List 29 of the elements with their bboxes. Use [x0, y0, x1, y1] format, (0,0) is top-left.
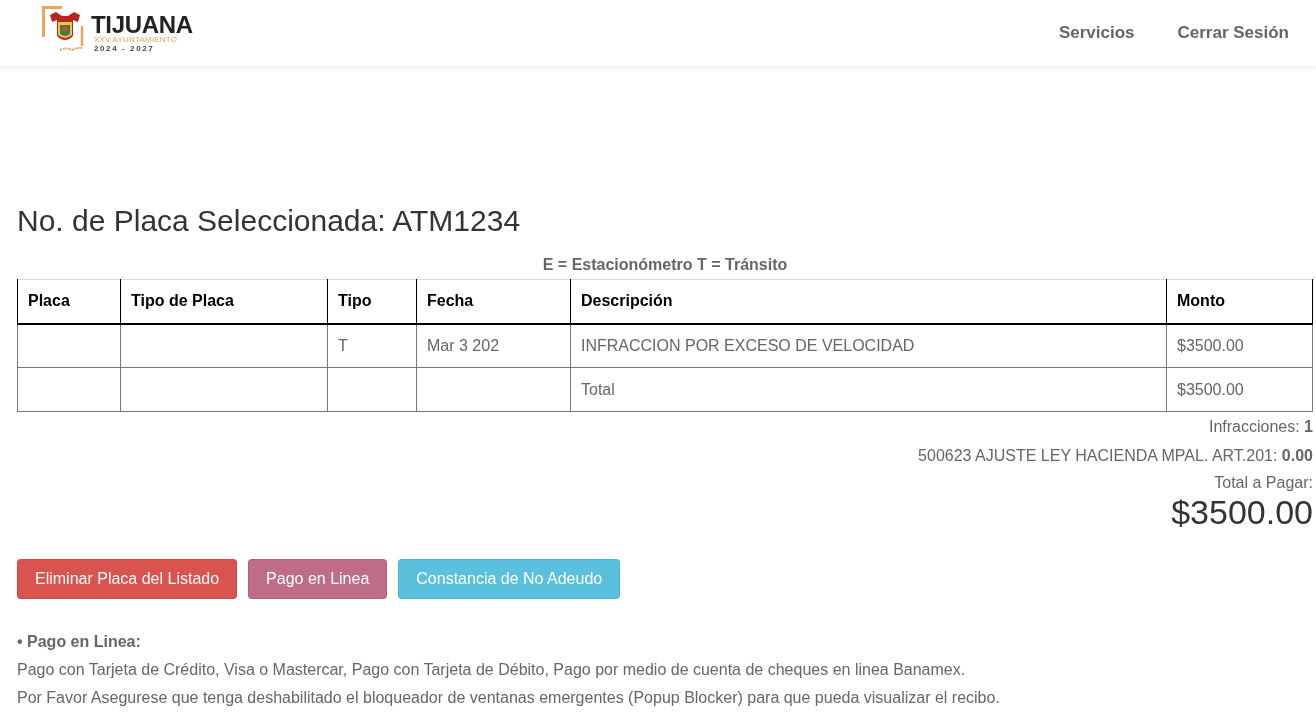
info-title: • Pago en Linea:: [17, 632, 142, 652]
column-header: Monto: [1166, 279, 1313, 324]
logo-subtitle: XXV AYUNTAMIENTO: [94, 35, 178, 44]
table-cell: INFRACCION POR EXCESO DE VELOCIDAD: [570, 323, 1167, 368]
column-header: Tipo de Placa: [120, 279, 328, 324]
column-header: Descripción: [570, 279, 1167, 324]
logo-title: TIJUANA: [91, 13, 193, 36]
action-button[interactable]: Constancia de No Adeudo: [398, 559, 621, 599]
info-text: Por Favor Asegurese que tenga deshabilitado el bloqueador de ventanas emergentes (Popup Blocker) para que pueda visualizar el recibo.: [17, 688, 1001, 708]
total-label: Total a Pagar:: [1214, 473, 1313, 493]
nav-link[interactable]: Servicios: [1058, 23, 1135, 43]
column-header: Placa: [17, 279, 121, 324]
legend-caption: E = Estacionómetro T = Tránsito: [541, 255, 789, 275]
table-cell: $3500.00: [1166, 367, 1313, 412]
total-amount: $3500.00: [1171, 493, 1313, 531]
action-button[interactable]: Pago en Linea: [248, 559, 388, 599]
logo-years: 2024 - 2027: [94, 43, 155, 53]
table-cell: Total: [570, 367, 1167, 412]
table-cell: Mar 3 202: [416, 323, 571, 368]
action-button[interactable]: Eliminar Placa del Listado: [17, 559, 238, 599]
table-cell: $3500.00: [1166, 323, 1313, 368]
nav-link[interactable]: Cerrar Sesión: [1177, 23, 1289, 43]
info-text: Pago con Tarjeta de Crédito, Visa o Mastercar, Pago con Tarjeta de Débito, Pago por medio de cuenta de cheques en linea Banamex.: [17, 660, 967, 680]
page-heading: No. de Placa Seleccionada: ATM1234: [17, 203, 522, 239]
summary-line: 500623 AJUSTE LEY HACIENDA MPAL. ART.201: 0.00: [918, 446, 1313, 466]
table-cell: T: [327, 323, 417, 368]
column-header: Fecha: [416, 279, 571, 324]
summary-line: Infracciones: 1: [1208, 417, 1313, 437]
column-header: Tipo: [327, 279, 417, 324]
